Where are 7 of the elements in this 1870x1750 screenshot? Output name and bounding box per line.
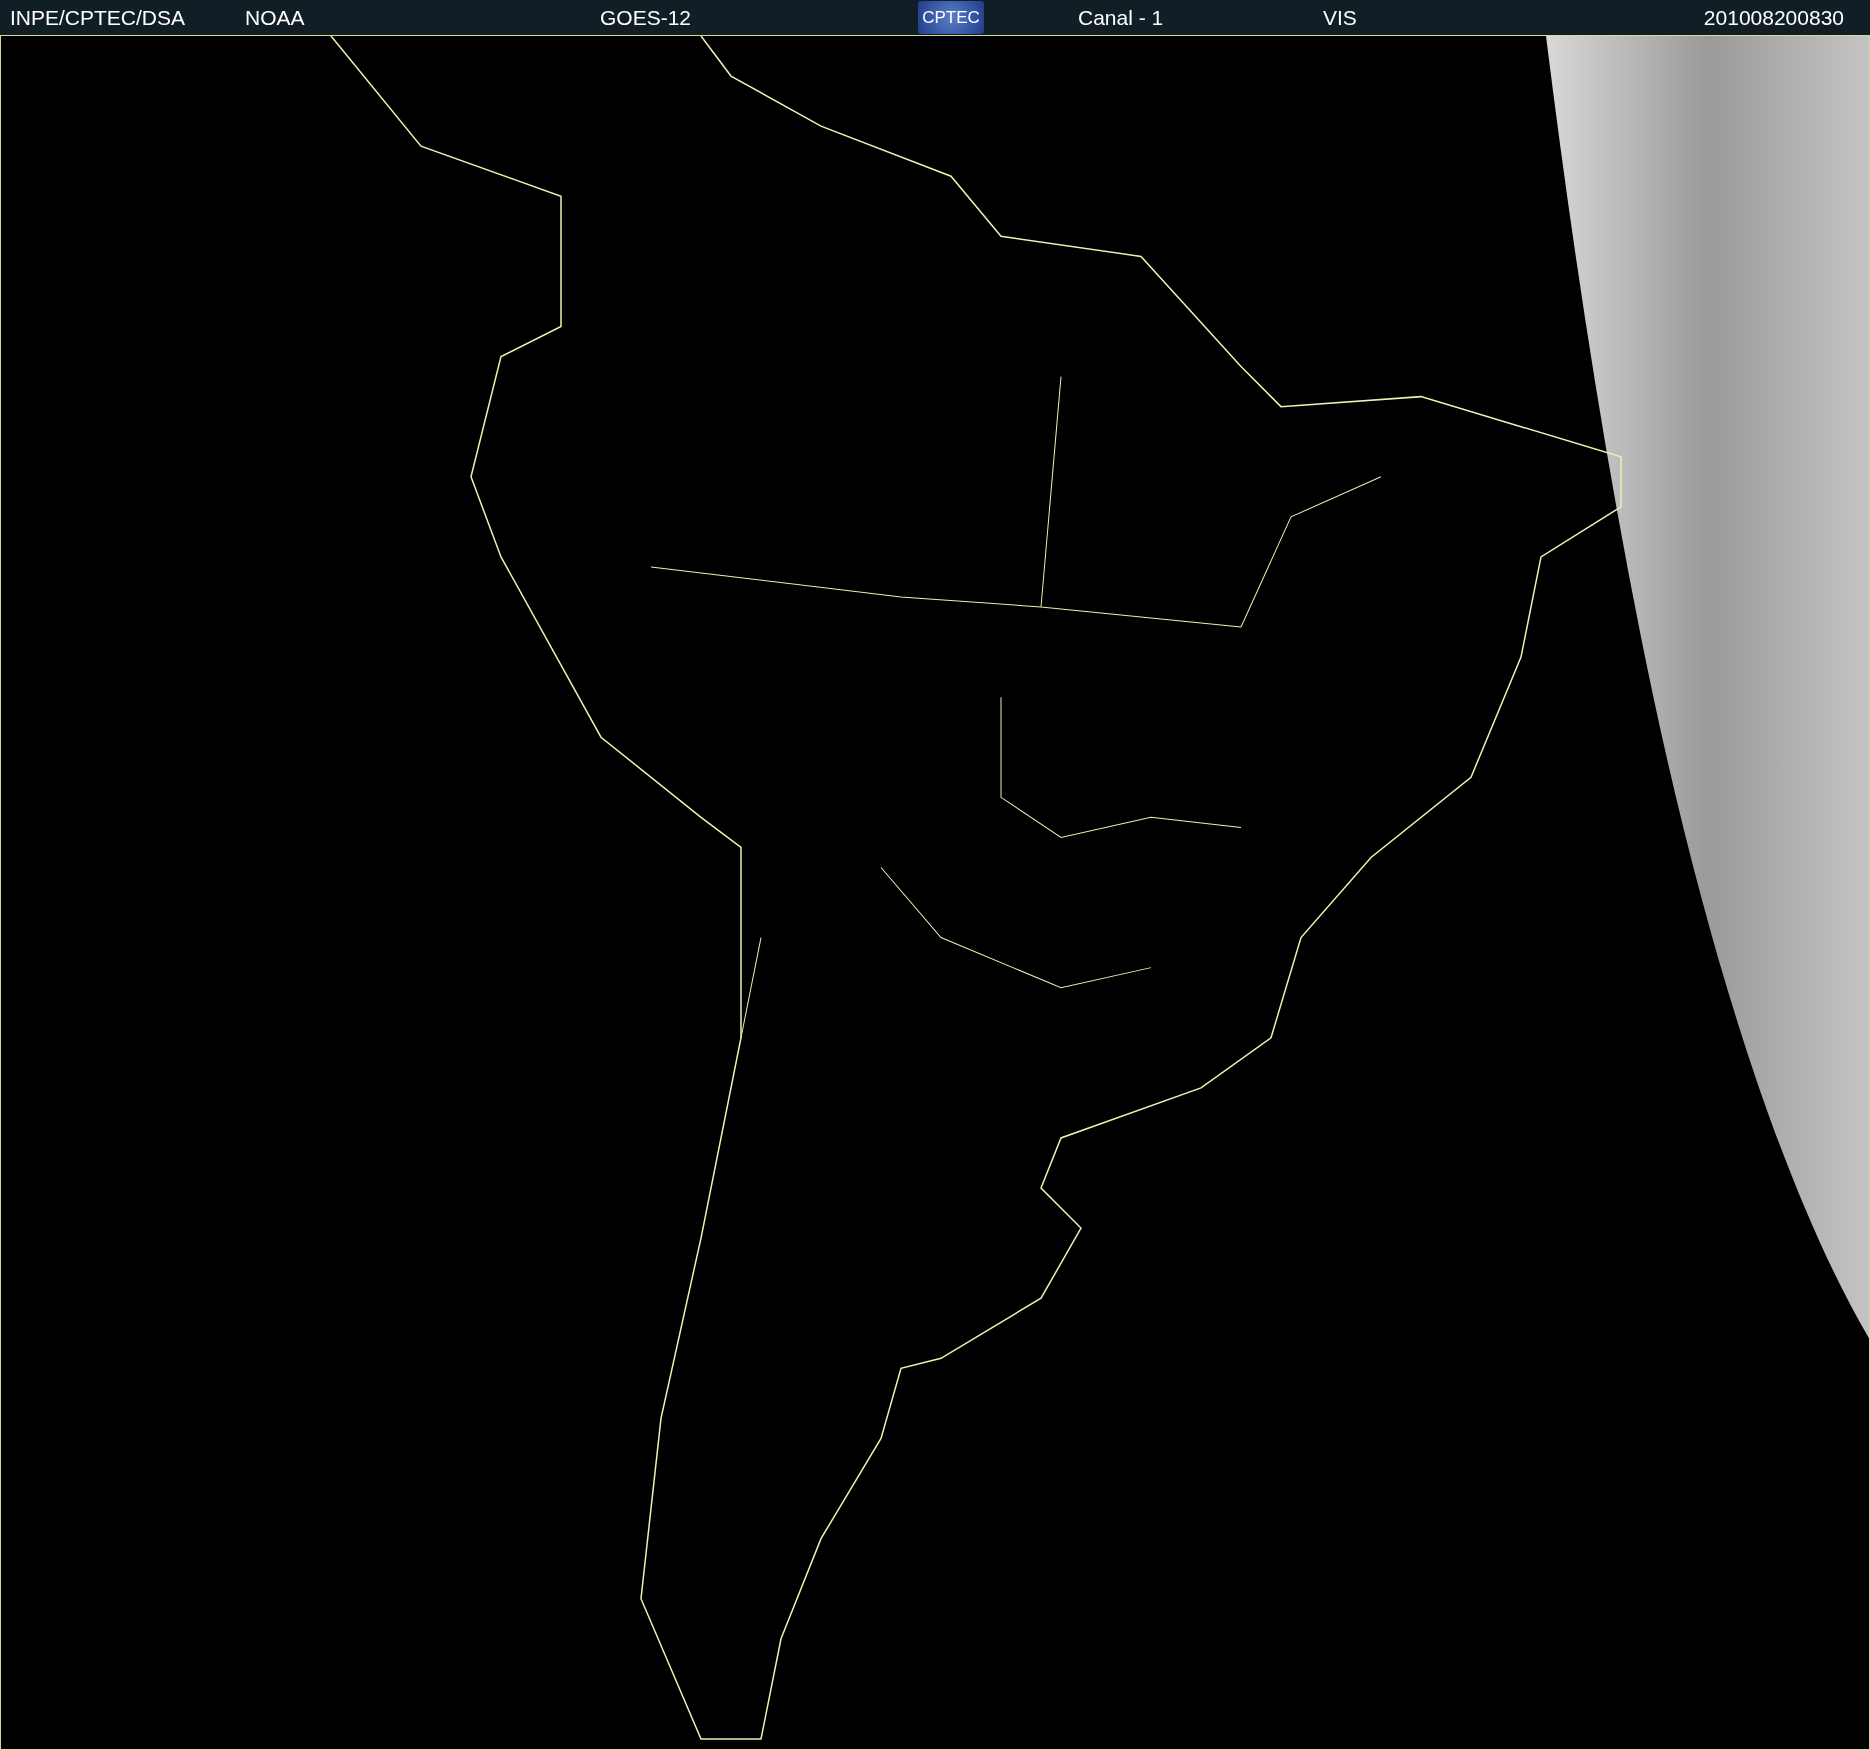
source-label: INPE/CPTEC/DSA bbox=[10, 5, 187, 30]
satellite-label: GOES-12 bbox=[600, 5, 693, 30]
timestamp-label: 201008200830 bbox=[1703, 5, 1844, 30]
agency-label: NOAA bbox=[245, 5, 306, 30]
band-label: VIS bbox=[1323, 5, 1358, 30]
logo: CPTEC bbox=[918, 1, 984, 34]
channel-label: Canal - 1 bbox=[1078, 5, 1165, 30]
